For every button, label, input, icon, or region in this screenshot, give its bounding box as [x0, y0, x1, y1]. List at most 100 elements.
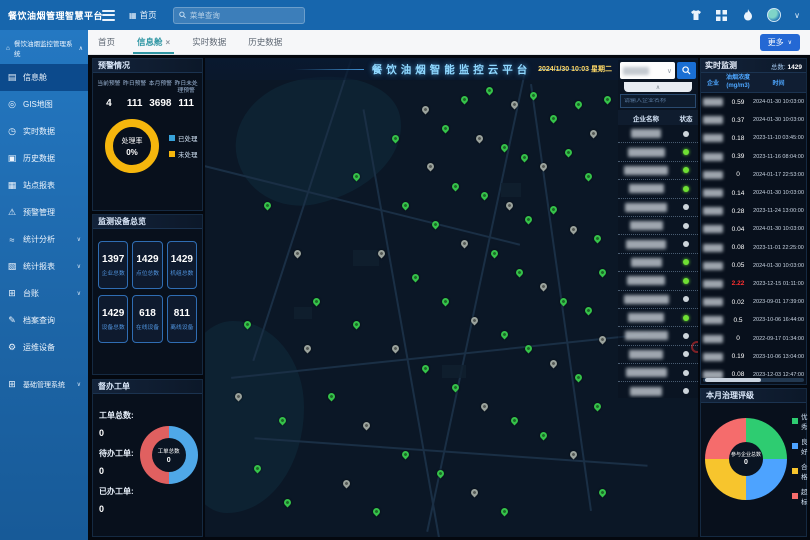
- map-pin-marker[interactable]: [480, 191, 490, 201]
- map-pin-marker[interactable]: [342, 478, 352, 488]
- sidebar-item-档案查询[interactable]: ✎档案查询: [0, 307, 88, 334]
- map-pin-marker[interactable]: [485, 85, 495, 95]
- breadcrumb[interactable]: ▦ 首页: [129, 9, 157, 21]
- company-row[interactable]: [618, 291, 698, 309]
- map-pin-marker[interactable]: [524, 215, 534, 225]
- company-search-box[interactable]: [620, 94, 696, 108]
- map-pin-marker[interactable]: [460, 95, 470, 105]
- map-pin-marker[interactable]: [361, 421, 371, 431]
- company-row[interactable]: [618, 143, 698, 161]
- map-pin-marker[interactable]: [351, 320, 361, 330]
- map-pin-marker[interactable]: [411, 272, 421, 282]
- company-row[interactable]: [618, 125, 698, 143]
- sidebar-item-预警管理[interactable]: ⚠预警管理: [0, 199, 88, 226]
- map-pin-marker[interactable]: [583, 172, 593, 182]
- monitor-row[interactable]: 2.222023-12-15 01:11:00: [701, 275, 806, 293]
- monitor-row[interactable]: 0.082023-11-01 22:25:00: [701, 239, 806, 257]
- map-pin-marker[interactable]: [593, 401, 603, 411]
- map-pin-marker[interactable]: [420, 104, 430, 114]
- map-pin-marker[interactable]: [371, 507, 381, 517]
- user-avatar[interactable]: [767, 8, 781, 22]
- map-pin-marker[interactable]: [499, 330, 509, 340]
- map-pin-marker[interactable]: [573, 100, 583, 110]
- close-tab-icon[interactable]: ×: [166, 38, 171, 47]
- map-pin-marker[interactable]: [568, 449, 578, 459]
- monitor-row[interactable]: 0.182023-11-10 03:45:00: [701, 129, 806, 147]
- company-row[interactable]: [618, 254, 698, 272]
- map-pin-marker[interactable]: [263, 200, 273, 210]
- company-row[interactable]: [618, 162, 698, 180]
- monitor-row[interactable]: 0.192023-10-06 13:04:00: [701, 348, 806, 366]
- company-row[interactable]: [618, 235, 698, 253]
- map-pin-marker[interactable]: [568, 224, 578, 234]
- company-row[interactable]: [618, 199, 698, 217]
- company-row[interactable]: [618, 309, 698, 327]
- map-pin-marker[interactable]: [539, 430, 549, 440]
- monitor-row[interactable]: 0.592024-01-30 10:03:00: [701, 93, 806, 111]
- menu-search-box[interactable]: [173, 7, 305, 24]
- company-row[interactable]: [618, 346, 698, 364]
- map-pin-marker[interactable]: [598, 267, 608, 277]
- sidebar-item-运维设备[interactable]: ⚙运维设备: [0, 334, 88, 361]
- map-canvas[interactable]: 餐饮油烟智能监控云平台 2024/1/30 10:03 星期二 ∨ ∧ 企业: [205, 58, 698, 537]
- sidebar-item-台账[interactable]: ⊞台账∨: [0, 280, 88, 307]
- map-pin-marker[interactable]: [440, 296, 450, 306]
- company-search-button[interactable]: [677, 62, 696, 79]
- map-pin-marker[interactable]: [499, 507, 509, 517]
- map-pin-marker[interactable]: [480, 401, 490, 411]
- monitor-row[interactable]: 0.082023-12-03 12:47:00: [701, 366, 806, 378]
- apps-icon[interactable]: [715, 9, 728, 22]
- map-pin-marker[interactable]: [588, 128, 598, 138]
- tab-信息舱[interactable]: 信息舱×: [137, 30, 170, 54]
- map-pin-marker[interactable]: [598, 488, 608, 498]
- monitor-row[interactable]: 0.022023-09-01 17:39:00: [701, 293, 806, 311]
- map-pin-marker[interactable]: [539, 162, 549, 172]
- map-pin-marker[interactable]: [509, 416, 519, 426]
- sidebar-item-base-system[interactable]: ⊞ 基础管理系统 ∨: [0, 371, 88, 398]
- sidebar-section-header[interactable]: ⌂ 餐饮油烟监控管理系统 ∧: [0, 30, 88, 64]
- map-pin-marker[interactable]: [563, 148, 573, 158]
- map-pin-marker[interactable]: [440, 124, 450, 134]
- company-row[interactable]: [618, 180, 698, 198]
- horizontal-scrollbar[interactable]: [703, 378, 804, 382]
- tab-首页[interactable]: 首页: [98, 30, 115, 54]
- company-row[interactable]: [618, 327, 698, 345]
- device-card-点位总数[interactable]: 1429点位总数: [132, 241, 162, 289]
- map-pin-marker[interactable]: [539, 282, 549, 292]
- map-pin-marker[interactable]: [514, 267, 524, 277]
- device-card-在线设备[interactable]: 618在线设备: [132, 295, 162, 343]
- map-pin-marker[interactable]: [549, 114, 559, 124]
- map-pin-marker[interactable]: [401, 200, 411, 210]
- map-pin-marker[interactable]: [460, 239, 470, 249]
- sidebar-item-站点报表[interactable]: ▦站点报表: [0, 172, 88, 199]
- map-pin-marker[interactable]: [475, 133, 485, 143]
- theme-icon[interactable]: [689, 9, 702, 22]
- sidebar-item-统计报表[interactable]: ▧统计报表∨: [0, 253, 88, 280]
- sidebar-item-实时数据[interactable]: ◷实时数据: [0, 118, 88, 145]
- map-pin-marker[interactable]: [292, 248, 302, 258]
- monitor-row[interactable]: 0.52023-10-06 16:44:00: [701, 311, 806, 329]
- map-pin-marker[interactable]: [470, 488, 480, 498]
- user-menu-chevron-icon[interactable]: ∨: [794, 11, 800, 20]
- menu-collapse-icon[interactable]: [102, 10, 115, 21]
- device-card-离线设备[interactable]: 811离线设备: [167, 295, 197, 343]
- tab-实时数据[interactable]: 实时数据: [192, 30, 226, 54]
- notification-flame-icon[interactable]: [741, 9, 754, 22]
- monitor-row[interactable]: 02024-01-17 22:53:00: [701, 166, 806, 184]
- map-pin-marker[interactable]: [593, 234, 603, 244]
- map-pin-marker[interactable]: [598, 334, 608, 344]
- map-pin-marker[interactable]: [504, 200, 514, 210]
- map-pin-marker[interactable]: [425, 162, 435, 172]
- sidebar-item-GIS地图[interactable]: ◎GIS地图: [0, 91, 88, 118]
- sidebar-item-历史数据[interactable]: ▣历史数据: [0, 145, 88, 172]
- company-search-input[interactable]: [624, 98, 692, 104]
- map-pin-marker[interactable]: [302, 344, 312, 354]
- monitor-row[interactable]: 0.042024-01-30 10:03:00: [701, 220, 806, 238]
- monitor-row[interactable]: 0.052024-01-30 10:03:00: [701, 257, 806, 275]
- map-pin-marker[interactable]: [603, 95, 613, 105]
- device-card-设备总数[interactable]: 1429设备总数: [98, 295, 128, 343]
- monitor-row[interactable]: 0.282023-11-24 13:00:00: [701, 202, 806, 220]
- area-select[interactable]: ∨: [620, 62, 675, 79]
- monitor-row[interactable]: 0.372024-01-30 10:03:00: [701, 111, 806, 129]
- menu-search-input[interactable]: [190, 11, 299, 20]
